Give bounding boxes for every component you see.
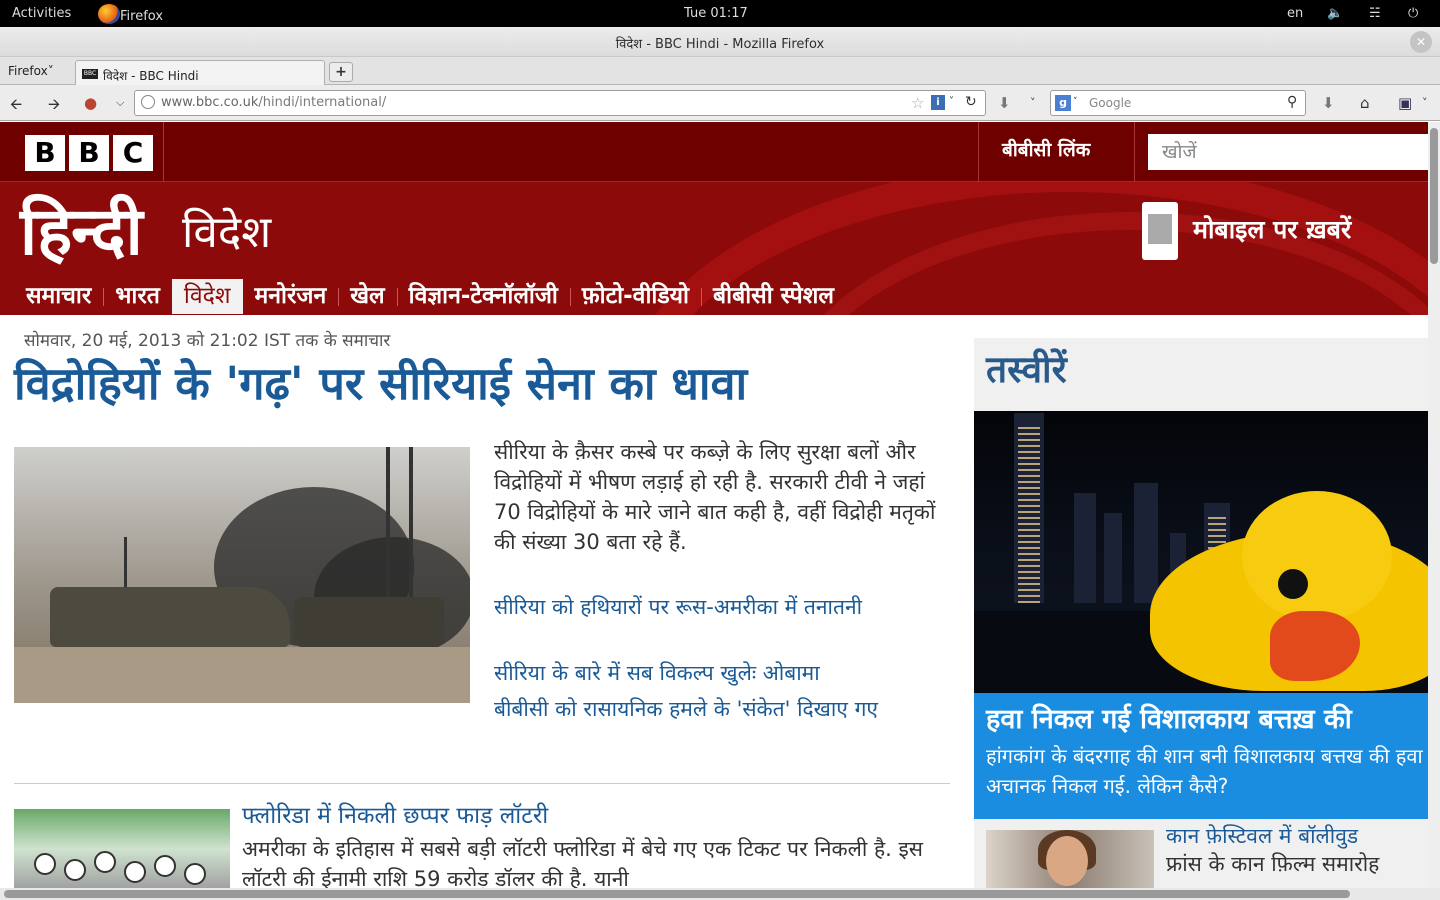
duck-feature-caption[interactable]: हवा निकल गई विशालकाय बत्तख़ की हांगकांग …	[974, 693, 1428, 819]
lead-story-image[interactable]	[14, 447, 470, 703]
globe-icon	[141, 95, 155, 109]
url-host: www.bbc.co.uk	[161, 95, 259, 110]
google-icon[interactable]: g	[1055, 95, 1071, 111]
related-link[interactable]: सीरिया के बारे में सब विकल्प खुलेः ओबामा	[494, 658, 950, 688]
divider	[14, 783, 950, 784]
firefox-menu-label: Firefox	[8, 64, 48, 78]
divider	[978, 122, 979, 182]
url-text[interactable]: www.bbc.co.uk/hindi/international/	[161, 95, 386, 110]
nav-item-international[interactable]: विदेश	[171, 279, 243, 314]
bbc-links-button[interactable]: बीबीसी लिंक	[1002, 136, 1090, 162]
back-arrow-icon[interactable]: 🡨	[10, 94, 22, 119]
pictures-sidebar: तस्वीरें हवा निकल गई विशालकाय बत्तख़ की …	[974, 338, 1428, 888]
addon-icon[interactable]: ●	[84, 94, 97, 112]
system-top-bar: Activities Firefox Tue 01:17 en 🔈 ☵ ⏻	[0, 0, 1440, 27]
window-titlebar: विदेश - BBC Hindi - Mozilla Firefox ✕	[0, 27, 1440, 57]
bookmarks-dropdown-icon[interactable]: ˅	[1422, 96, 1428, 109]
duck-feature-image[interactable]	[974, 411, 1428, 693]
navigation-toolbar: 🡨 🡪 ● ⌵ www.bbc.co.uk/hindi/internationa…	[0, 85, 1440, 121]
pictures-heading[interactable]: तस्वीरें	[986, 342, 1067, 393]
nav-item-bbc-special[interactable]: बीबीसी स्पेशल	[700, 279, 846, 314]
web-search-placeholder: Google	[1089, 96, 1132, 110]
bbc-favicon-icon: BBC	[82, 69, 98, 79]
home-icon[interactable]: ⌂	[1360, 94, 1370, 112]
mobile-phone-icon[interactable]	[1142, 202, 1178, 260]
download-arrow-icon[interactable]: ⬇	[1322, 94, 1335, 112]
cannes-story-image[interactable]	[986, 830, 1154, 888]
window-title: विदेश - BBC Hindi - Mozilla Firefox	[615, 37, 825, 52]
bbc-logo-letter: B	[25, 135, 65, 171]
duck-feature-text: हांगकांग के बंदरगाह की शान बनी विशालकाय …	[986, 744, 1423, 798]
volume-icon[interactable]: 🔈	[1327, 6, 1343, 21]
cannes-summary: फ्रांस के कान फ़िल्म समारोह	[1166, 852, 1380, 876]
cannes-headline[interactable]: कान फ़ेस्टिवल में बॉलीवुड	[1166, 822, 1358, 850]
nav-item-sport[interactable]: खेल	[338, 279, 396, 314]
update-timestamp: सोमवार, 20 मई, 2013 को 21:02 IST तक के स…	[24, 331, 391, 351]
section-nav: समाचार भारत विदेश मनोरंजन खेल विज्ञान-टे…	[14, 279, 846, 314]
app-menu[interactable]: Firefox	[98, 4, 164, 26]
forward-arrow-icon[interactable]: 🡪	[48, 94, 60, 119]
power-icon[interactable]: ⏻	[1408, 6, 1418, 21]
lead-summary: सीरिया के क़ैसर कस्बे पर कब्ज़े के लिए स…	[494, 440, 936, 554]
nav-item-entertainment[interactable]: मनोरंजन	[243, 279, 339, 314]
page-info-icon[interactable]: i	[931, 95, 945, 110]
clock[interactable]: Tue 01:17	[684, 6, 748, 21]
bookmark-star-icon[interactable]: ☆	[911, 94, 924, 112]
history-dropdown-icon[interactable]: ⌵	[116, 96, 124, 110]
wifi-icon[interactable]: ☵	[1369, 6, 1381, 21]
nav-item-science-tech[interactable]: विज्ञान-टेक्नॉलॉजी	[396, 279, 570, 314]
bbc-masthead: B B C बीबीसी लिंक हिन्दी विदेश मोबाइल पर…	[0, 122, 1428, 315]
bbc-logo-letter: C	[113, 135, 153, 171]
divider	[163, 122, 164, 182]
related-link[interactable]: सीरिया को हथियारों पर रूस-अमरीका में तना…	[494, 592, 950, 622]
tab-strip: Firefox˅ BBC विदेश - BBC Hindi +	[0, 57, 1440, 86]
vertical-scrollbar[interactable]	[1428, 122, 1440, 888]
related-link[interactable]: बीबीसी को रासायनिक हमले के 'संकेत' दिखाए…	[494, 694, 950, 724]
horizontal-scrollbar[interactable]	[0, 888, 1440, 900]
mobile-news-link[interactable]: मोबाइल पर ख़बरें	[1193, 212, 1351, 246]
web-search-bar[interactable]: g ˅ Google ⚲	[1050, 90, 1306, 116]
nav-item-news[interactable]: समाचार	[14, 279, 103, 314]
url-dropdown-icon[interactable]: ˅	[949, 96, 954, 107]
section-title: विदेश	[182, 207, 272, 258]
window-close-icon[interactable]: ✕	[1410, 31, 1432, 53]
nav-item-india[interactable]: भारत	[103, 279, 172, 314]
vertical-scroll-thumb[interactable]	[1430, 128, 1438, 264]
url-path: /hindi/international/	[258, 95, 387, 110]
duck-feature-title[interactable]: हवा निकल गई विशालकाय बत्तख़ की	[986, 699, 1352, 736]
keyboard-layout[interactable]: en	[1287, 6, 1303, 21]
bbc-logo[interactable]: B B C	[25, 135, 153, 171]
tab-label: विदेश - BBC Hindi	[103, 69, 199, 83]
lottery-story-image[interactable]	[14, 809, 230, 889]
downloads-dropdown-icon[interactable]: ˅	[1030, 96, 1036, 109]
lottery-summary: अमरीका के इतिहास में सबसे बड़ी लॉटरी फ्ल…	[242, 837, 923, 891]
lottery-headline[interactable]: फ्लोरिडा में निकली छप्पर फाड़ लॉटरी	[242, 798, 548, 830]
site-search-input[interactable]	[1148, 134, 1428, 170]
firefox-menu-button[interactable]: Firefox˅	[8, 64, 54, 78]
magnifier-icon[interactable]: ⚲	[1287, 94, 1297, 110]
activities-button[interactable]: Activities	[12, 6, 71, 21]
bbc-top-strip: B B C बीबीसी लिंक	[0, 122, 1428, 182]
divider	[1134, 122, 1135, 182]
app-menu-label: Firefox	[120, 8, 164, 24]
hindi-brand-logo[interactable]: हिन्दी	[20, 184, 143, 274]
bbc-logo-letter: B	[69, 135, 109, 171]
bookmarks-icon[interactable]: ▣	[1398, 94, 1412, 112]
new-tab-button[interactable]: +	[329, 62, 353, 82]
lead-headline[interactable]: विद्रोहियों के 'गढ़' पर सीरियाई सेना का …	[14, 352, 747, 413]
search-engine-dropdown-icon[interactable]: ˅	[1073, 97, 1078, 107]
tab-bbc-hindi[interactable]: BBC विदेश - BBC Hindi	[75, 60, 325, 86]
downloads-icon[interactable]: ⬇	[998, 94, 1011, 112]
reload-icon[interactable]: ↻	[965, 94, 977, 110]
firefox-icon	[98, 4, 120, 24]
horizontal-scroll-thumb[interactable]	[4, 890, 1350, 898]
url-bar[interactable]: www.bbc.co.uk/hindi/international/ ☆ i ˅…	[134, 90, 986, 116]
nav-item-photo-video[interactable]: फ़ोटो-वीडियो	[569, 279, 701, 314]
